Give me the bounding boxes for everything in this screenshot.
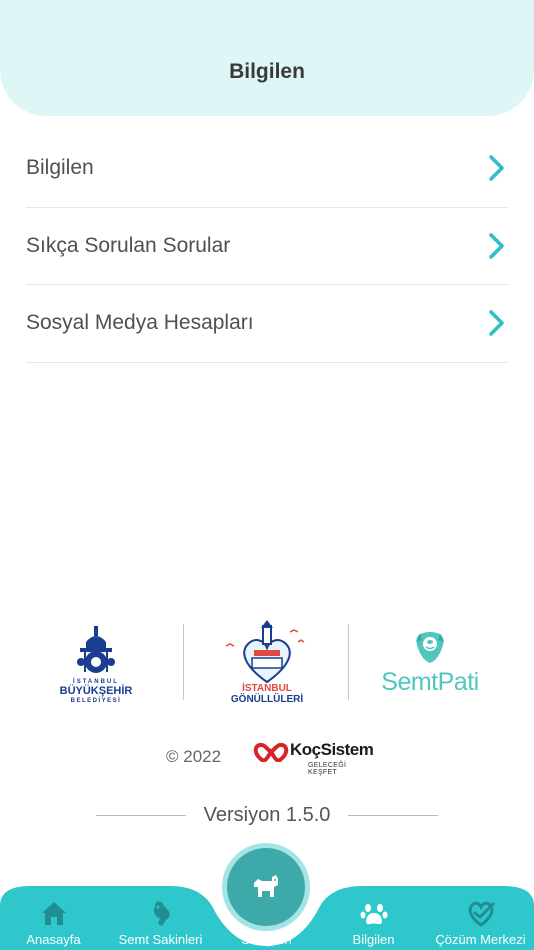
logo-divider (183, 624, 184, 700)
ibb-logo: İSTANBUL BÜYÜKŞEHİR BELEDİYESİ (60, 626, 133, 704)
chevron-right-icon (489, 310, 504, 337)
version-row: Versiyon 1.5.0 (96, 802, 438, 830)
kocsistem-logo: KoçSistem GELECEĞİ KEŞFET (252, 740, 374, 776)
menu-item-label: Sosyal Medya Hesapları (26, 311, 254, 335)
heart-check-icon (468, 901, 494, 927)
menu-item-bilgilen[interactable]: Bilgilen (26, 130, 508, 208)
page-title: Bilgilen (229, 60, 305, 83)
gonulluleri-logo-line1: İSTANBUL (242, 681, 292, 694)
menu-list: Bilgilen Sıkça Sorulan Sorular Sosyal Me… (26, 130, 508, 363)
ibb-logo-line3: BELEDİYESİ (71, 697, 122, 704)
dog-icon (254, 875, 278, 897)
tab-label: Anasayfa (26, 932, 81, 947)
menu-item-social-media[interactable]: Sosyal Medya Hesapları (26, 285, 508, 363)
bottom-tab-bar: Anasayfa Semt Sakinleri Sahiplen Bilgile… (0, 844, 534, 950)
dog-face-icon (416, 632, 444, 663)
header-bar: Bilgilen (0, 0, 534, 116)
tab-cozum-merkezi[interactable]: Çözüm Merkezi (427, 888, 534, 950)
tab-label: Sahiplen (241, 932, 292, 947)
tab-label: Semt Sakinleri (118, 932, 203, 947)
copyright-text: © 2022 (166, 747, 222, 766)
istanbul-gonulluleri-logo: İSTANBUL GÖNÜLLÜLERİ (225, 620, 305, 705)
logo-divider (348, 624, 349, 700)
semtpati-logo: SemtPati (380, 630, 480, 696)
kocsistem-name: KoçSistem (290, 740, 374, 759)
tab-bilgilen[interactable]: Bilgilen (320, 888, 427, 950)
chevron-right-icon (489, 155, 504, 182)
home-icon (41, 902, 66, 925)
partner-logos: İSTANBUL BÜYÜKŞEHİR BELEDİYESİ İSTANBUL … (0, 618, 534, 708)
kocsistem-mark-icon (253, 742, 289, 762)
menu-item-label: Bilgilen (26, 156, 94, 180)
pets-group-icon (153, 901, 170, 926)
tab-label: Çözüm Merkezi (435, 932, 526, 947)
ibb-logo-line2: BÜYÜKŞEHİR (60, 684, 133, 697)
paw-icon (360, 904, 387, 925)
sahiplen-center-button[interactable] (227, 848, 305, 926)
chevron-right-icon (489, 232, 504, 259)
semtpati-logo-text: SemtPati (381, 668, 479, 696)
version-divider-right (348, 815, 438, 816)
tab-semt-sakinleri[interactable]: Semt Sakinleri (107, 888, 214, 950)
tab-label: Bilgilen (352, 932, 395, 947)
gonulluleri-logo-line2: GÖNÜLLÜLERİ (231, 692, 303, 705)
tab-anasayfa[interactable]: Anasayfa (0, 888, 107, 950)
kocsistem-tagline: GELECEĞİ KEŞFET (308, 762, 347, 776)
ibb-logo-line1: İSTANBUL (73, 678, 119, 685)
menu-item-label: Sıkça Sorulan Sorular (26, 233, 231, 257)
menu-item-faq[interactable]: Sıkça Sorulan Sorular (26, 208, 508, 285)
